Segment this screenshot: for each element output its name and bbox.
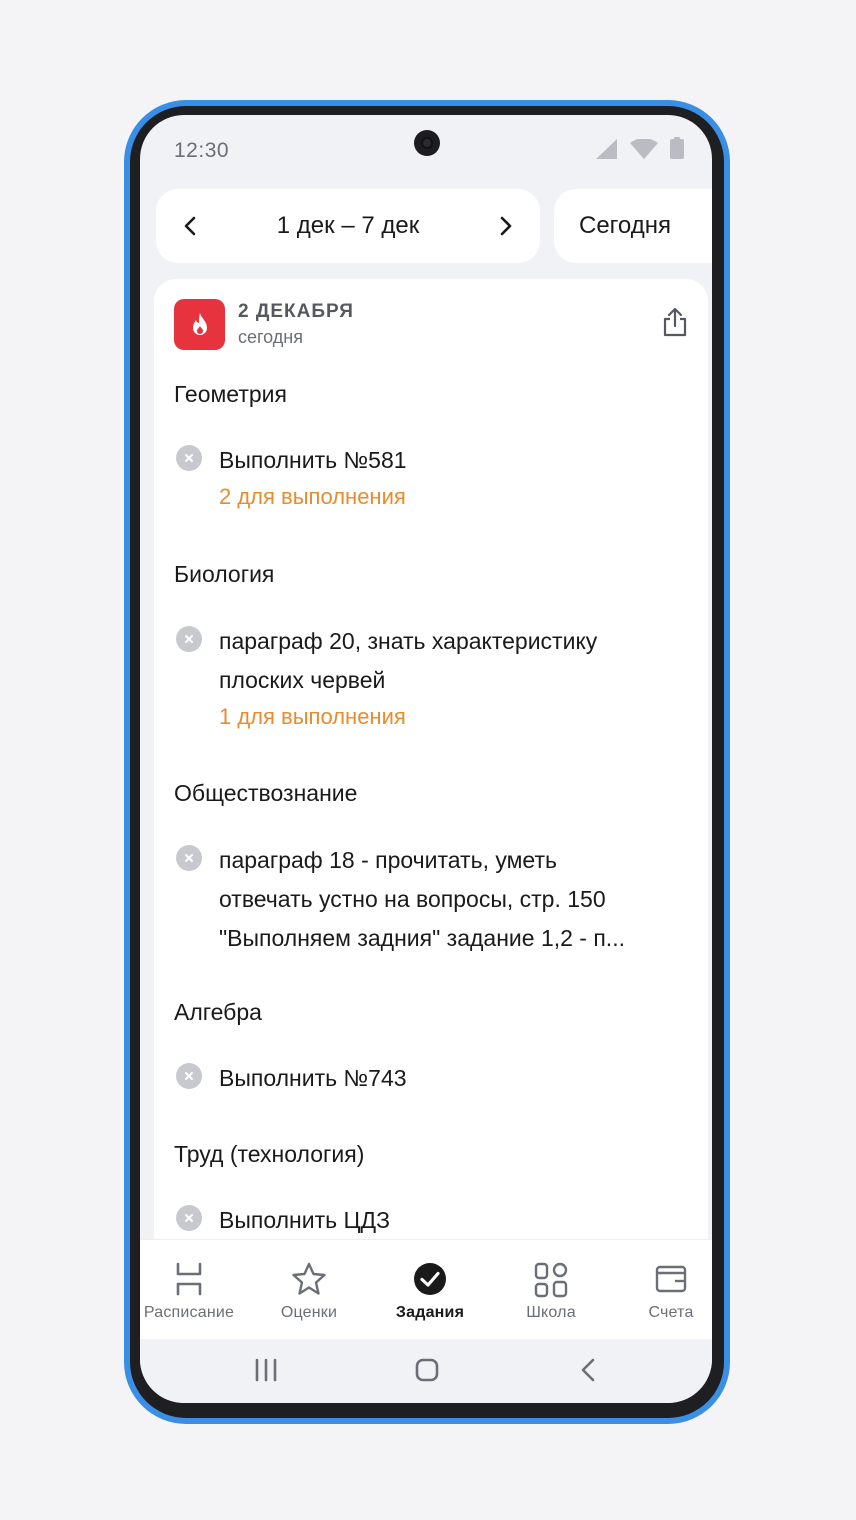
bottom-nav: Расписание Оценки Задания Школа Счета: [140, 1239, 712, 1340]
task-text: Выполнить ЦДЗ: [219, 1207, 390, 1233]
task-item[interactable]: Выполнить №581 2 для выполнения: [174, 441, 684, 510]
tab-label: Школа: [526, 1304, 576, 1321]
task-count: 2 для выполнения: [219, 484, 406, 509]
back-button[interactable]: [580, 1357, 596, 1388]
task-text-line: отвечать устно на вопросы, стр. 150: [219, 886, 606, 912]
task-text-line: "Выполняем задния" задание 1,2 - п...: [219, 925, 625, 951]
share-button[interactable]: [662, 307, 688, 342]
tab-label: Оценки: [280, 1304, 338, 1321]
date-navigator: 1 дек – 7 дек: [156, 189, 540, 263]
tab-accounts[interactable]: Счета: [614, 1240, 712, 1340]
tab-grades[interactable]: Оценки: [252, 1240, 366, 1340]
day-subtitle: сегодня: [238, 327, 303, 347]
task-item[interactable]: параграф 20, знать характеристику плоски…: [174, 622, 684, 730]
task-text-line: параграф 18 - прочитать, уметь: [219, 847, 557, 873]
tab-label: Задания: [395, 1304, 465, 1321]
tab-assignments[interactable]: Задания: [373, 1240, 487, 1340]
status-x-icon: [176, 1063, 202, 1089]
today-button[interactable]: Сегодня: [554, 189, 712, 263]
status-x-icon: [176, 445, 202, 471]
task-text: Выполнить №743: [219, 1065, 407, 1091]
tab-schedule[interactable]: Расписание: [140, 1240, 246, 1340]
flame-icon: [192, 312, 207, 335]
page: 12:30 1 дек – 7 дек Сегодня 2 ДЕКАБРЯ се…: [0, 0, 856, 1520]
battery-icon: [670, 137, 684, 159]
subject-title: Труд (технология): [174, 1141, 365, 1167]
status-x-icon: [176, 626, 202, 652]
grid-icon: [494, 1262, 608, 1298]
system-nav-bar: [140, 1339, 712, 1403]
recent-apps-button[interactable]: [254, 1357, 278, 1388]
star-icon: [252, 1262, 366, 1298]
next-week-button[interactable]: [476, 189, 536, 263]
front-camera: [414, 130, 440, 156]
wifi-icon: [630, 139, 658, 159]
day-title: 2 ДЕКАБРЯ: [238, 301, 354, 322]
task-text: Выполнить №581: [219, 447, 407, 473]
subject-title: Биология: [174, 561, 275, 587]
phone-screen: 12:30 1 дек – 7 дек Сегодня 2 ДЕКАБРЯ се…: [140, 115, 712, 1403]
status-icons: [596, 137, 684, 159]
check-circle-icon: [373, 1262, 487, 1298]
task-item[interactable]: параграф 18 - прочитать, уметь отвечать …: [174, 841, 684, 958]
tab-school[interactable]: Школа: [494, 1240, 608, 1340]
share-icon: [663, 307, 687, 337]
day-badge: [174, 299, 225, 350]
schedule-icon: [140, 1262, 246, 1298]
home-button[interactable]: [414, 1357, 440, 1388]
tab-label: Расписание: [143, 1304, 235, 1321]
chevron-right-icon: [500, 216, 512, 236]
task-item[interactable]: Выполнить ЦДЗ: [174, 1201, 684, 1240]
homework-card: 2 ДЕКАБРЯ сегодня Геометрия Выполнить №5…: [154, 279, 708, 1279]
task-text-line: плоских червей: [219, 667, 386, 693]
tab-label: Счета: [648, 1304, 694, 1321]
subject-title: Алгебра: [174, 999, 262, 1025]
wallet-icon: [614, 1262, 712, 1298]
back-icon: [581, 1358, 595, 1382]
status-time: 12:30: [174, 139, 230, 162]
subject-title: Обществознание: [174, 780, 358, 806]
chevron-left-icon: [184, 216, 196, 236]
task-text-line: параграф 20, знать характеристику: [219, 628, 598, 654]
task-count: 1 для выполнения: [219, 704, 406, 729]
status-x-icon: [176, 1205, 202, 1231]
home-icon: [415, 1358, 439, 1382]
task-item[interactable]: Выполнить №743: [174, 1059, 684, 1098]
date-range[interactable]: 1 дек – 7 дек: [216, 189, 480, 263]
recent-apps-icon: [255, 1358, 277, 1382]
subject-title: Геометрия: [174, 381, 287, 407]
status-x-icon: [176, 845, 202, 871]
previous-week-button[interactable]: [160, 189, 220, 263]
signal-icon: [596, 139, 617, 159]
